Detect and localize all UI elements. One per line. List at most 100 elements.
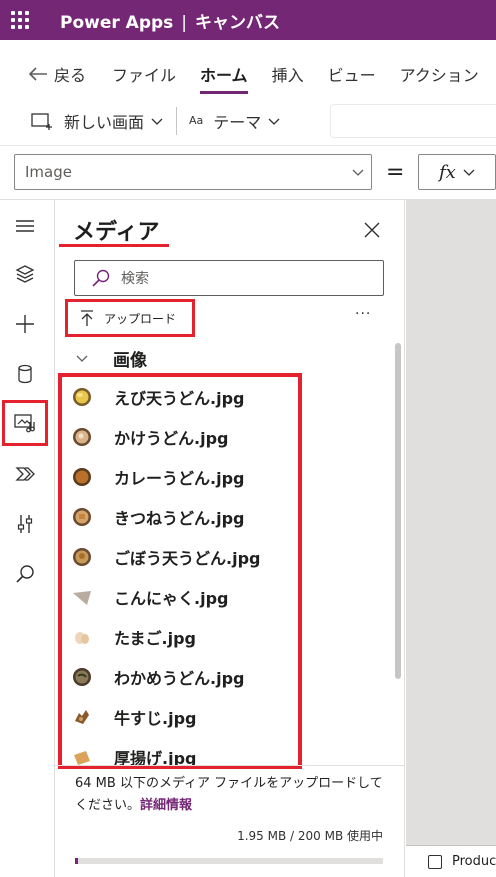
media-item-name: たまご.jpg: [114, 629, 196, 648]
curry-udon-thumbnail: [73, 468, 91, 486]
media-item[interactable]: 厚揚げ.jpg: [62, 737, 298, 765]
fx-icon: fx: [439, 161, 456, 183]
new-screen-button[interactable]: 新しい画面: [30, 109, 164, 133]
title-highlight-underline: [59, 244, 169, 247]
media-panel: メディア 検索 アップロード ··· 画像 えび天うどん.jpg かけうどん.j…: [55, 200, 405, 877]
scrollbar-thumb[interactable]: [395, 343, 401, 679]
learn-more-link[interactable]: 詳細情報: [140, 798, 192, 813]
media-item-name: 厚揚げ.jpg: [114, 749, 197, 765]
media-item-name: カレーうどん.jpg: [114, 469, 245, 488]
media-item-name: わかめうどん.jpg: [114, 669, 245, 688]
upload-icon: [81, 310, 93, 326]
back-button[interactable]: 戻る: [28, 62, 86, 86]
kake-udon-thumbnail: [73, 428, 91, 446]
media-search-input[interactable]: 検索: [74, 260, 384, 296]
title-separator: |: [181, 12, 188, 33]
power-automate-icon[interactable]: [5, 454, 45, 494]
storage-usage-bar: [75, 858, 383, 864]
media-item-name: ごぼう天うどん.jpg: [114, 549, 261, 568]
advanced-tools-icon[interactable]: [5, 504, 45, 544]
app-launcher-icon[interactable]: [0, 0, 40, 40]
upload-button[interactable]: アップロード: [65, 299, 195, 337]
property-dropdown[interactable]: Image: [14, 154, 372, 190]
theme-button[interactable]: Aa テーマ: [189, 109, 281, 133]
upload-limit-text: 64 MB 以下のメディア ファイルをアップロードしてください。: [75, 776, 383, 813]
app-name: Power Apps: [60, 12, 174, 33]
chevron-down-icon: [268, 118, 280, 125]
storage-usage-fill: [75, 858, 79, 864]
tree-view-layers-icon[interactable]: [5, 254, 45, 294]
chevron-down-icon: [76, 355, 88, 362]
equals-sign: =: [386, 160, 405, 185]
konnyaku-thumbnail: [73, 591, 91, 605]
command-input-box[interactable]: [330, 104, 496, 138]
media-item-name: こんにゃく.jpg: [114, 589, 229, 608]
function-dropdown[interactable]: fx: [418, 154, 496, 190]
media-item-name: きつねうどん.jpg: [114, 509, 245, 528]
media-item[interactable]: たまご.jpg: [62, 617, 298, 657]
tab-file[interactable]: ファイル: [112, 62, 176, 86]
search-placeholder: 検索: [121, 271, 149, 287]
egg-thumbnail: [75, 632, 89, 644]
media-item-name: 牛すじ.jpg: [114, 709, 197, 728]
images-section-header[interactable]: 画像: [75, 346, 147, 371]
media-icon[interactable]: [2, 400, 48, 446]
app-title: Power Apps | キャンバス: [60, 8, 280, 33]
media-item-name: えび天うどん.jpg: [114, 389, 245, 408]
formula-bar: Image = fx: [0, 146, 496, 200]
media-item[interactable]: ごぼう天うどん.jpg: [62, 537, 298, 577]
canvas-area: Products: [406, 200, 496, 877]
command-bar: 新しい画面 Aa テーマ: [0, 96, 496, 146]
media-item[interactable]: こんにゃく.jpg: [62, 577, 298, 617]
media-item[interactable]: わかめうどん.jpg: [62, 657, 298, 697]
search-icon: [92, 269, 110, 287]
more-options-button[interactable]: ···: [355, 306, 371, 322]
theme-label: テーマ: [213, 112, 262, 132]
screen-name: Products: [452, 854, 496, 869]
media-item[interactable]: えび天うどん.jpg: [62, 377, 298, 417]
new-screen-label: 新しい画面: [64, 112, 145, 132]
wakame-udon-thumbnail: [73, 668, 91, 686]
tempura-udon-thumbnail: [73, 388, 91, 406]
data-database-icon[interactable]: [5, 354, 45, 394]
divider: [176, 106, 178, 135]
gobo-udon-thumbnail: [73, 548, 91, 566]
back-arrow-icon: [28, 67, 47, 81]
media-item[interactable]: 牛すじ.jpg: [62, 697, 298, 737]
storage-usage-text: 1.95 MB / 200 MB 使用中: [237, 829, 383, 843]
kitsune-udon-thumbnail: [73, 508, 91, 526]
app-mode: キャンバス: [195, 12, 281, 33]
media-item[interactable]: カレーうどん.jpg: [62, 457, 298, 497]
chevron-down-icon: [151, 118, 163, 125]
property-value: Image: [25, 163, 72, 181]
back-label: 戻る: [54, 66, 87, 85]
upload-limit-note: 64 MB 以下のメディア ファイルをアップロードしてください。詳細情報: [75, 773, 395, 817]
gyusuji-thumbnail: [75, 710, 89, 724]
tab-home[interactable]: ホーム: [200, 62, 248, 94]
hamburger-menu-icon[interactable]: [5, 206, 45, 246]
ribbon-tabs: 戻る ファイル ホーム 挿入 ビュー アクション: [0, 52, 496, 96]
theme-icon: Aa: [189, 114, 204, 127]
section-label: 画像: [113, 351, 147, 371]
atsuage-thumbnail: [74, 751, 90, 765]
close-icon[interactable]: [360, 218, 384, 242]
panel-title: メディア: [73, 220, 160, 245]
media-item[interactable]: きつねうどん.jpg: [62, 497, 298, 537]
tab-view[interactable]: ビュー: [328, 62, 376, 86]
search-icon[interactable]: [5, 554, 45, 594]
media-item[interactable]: かけうどん.jpg: [62, 417, 298, 457]
top-bar: Power Apps | キャンバス: [0, 0, 496, 40]
upload-label: アップロード: [104, 311, 177, 326]
divider: [55, 765, 405, 766]
chevron-down-icon: [352, 169, 364, 176]
insert-plus-icon[interactable]: [5, 304, 45, 344]
checkbox-icon[interactable]: [428, 854, 442, 869]
new-screen-icon: [31, 112, 52, 130]
tab-action[interactable]: アクション: [400, 62, 479, 86]
screen-selector[interactable]: Products: [406, 845, 496, 877]
chevron-down-icon: [463, 169, 475, 176]
left-rail: [0, 200, 55, 877]
media-list: えび天うどん.jpg かけうどん.jpg カレーうどん.jpg きつねうどん.j…: [58, 373, 302, 769]
media-item-name: かけうどん.jpg: [114, 429, 229, 448]
tab-insert[interactable]: 挿入: [272, 62, 304, 86]
